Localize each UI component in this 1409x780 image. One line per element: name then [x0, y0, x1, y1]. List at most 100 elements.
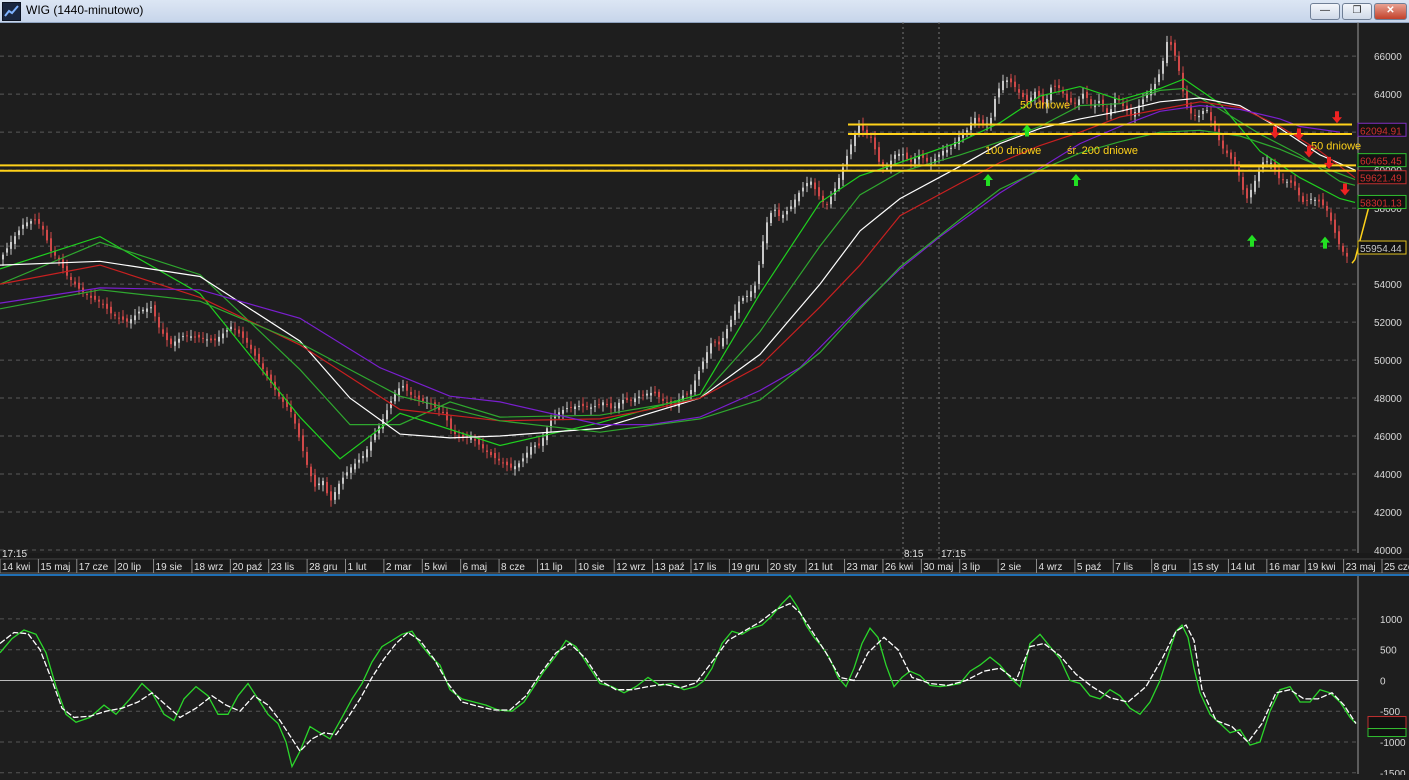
candle-body: [70, 276, 72, 281]
osc-y-tick-label: 500: [1380, 646, 1397, 657]
candle-body: [1154, 83, 1156, 90]
minimize-button[interactable]: —: [1310, 3, 1340, 20]
candle-body: [1082, 93, 1084, 99]
candle-body: [942, 150, 944, 156]
candle-body: [1010, 78, 1012, 83]
y-tick-label: 48000: [1374, 394, 1402, 405]
candle-body: [898, 153, 900, 157]
candle-body: [370, 441, 372, 451]
buy-arrow-icon: [1320, 236, 1330, 249]
candle-body: [214, 338, 216, 341]
x-tick-label: 17 lis: [693, 562, 716, 573]
sell-arrow-icon: [1340, 183, 1350, 196]
candle-body: [978, 117, 980, 122]
close-button[interactable]: ✕: [1374, 3, 1407, 20]
candle-body: [198, 334, 200, 338]
candle-body: [202, 337, 204, 339]
candle-body: [814, 182, 816, 190]
candle-body: [750, 291, 752, 298]
candle-body: [1178, 56, 1180, 71]
candle-body: [1014, 81, 1016, 88]
candle-body: [870, 136, 872, 138]
candle-body: [746, 295, 748, 297]
candle-body: [770, 212, 772, 224]
candle-body: [802, 187, 804, 192]
candle-body: [158, 317, 160, 328]
candle-body: [1162, 60, 1164, 74]
candle-body: [1226, 150, 1228, 154]
x-tick-label: 8 cze: [501, 562, 525, 573]
restore-button[interactable]: ❐: [1342, 3, 1372, 20]
candle-body: [734, 310, 736, 320]
y-tick-label: 50000: [1374, 356, 1402, 367]
candle-body: [258, 353, 260, 363]
candle-body: [518, 463, 520, 468]
candle-body: [118, 317, 120, 319]
chart-area[interactable]: 6600064000620006000058000560005400052000…: [0, 22, 1409, 780]
candle-body: [310, 466, 312, 477]
candle-body: [758, 265, 760, 284]
buy-arrow-icon: [983, 173, 993, 186]
candle-body: [154, 305, 156, 317]
candle-body: [706, 352, 708, 363]
x-tick-label: 11 lip: [539, 562, 563, 573]
window-titlebar: WIG (1440-minutowo) — ❐ ✕: [0, 0, 1409, 23]
candle-body: [1246, 188, 1248, 199]
candle-body: [626, 397, 628, 400]
candle-body: [1054, 85, 1056, 87]
candle-body: [450, 418, 452, 430]
candle-body: [614, 406, 616, 408]
candle-body: [206, 339, 208, 341]
x-tick-label: 16 mar: [1269, 562, 1301, 573]
candle-body: [1214, 120, 1216, 131]
candle-body: [1230, 152, 1232, 159]
x-tick-label: 14 kwi: [2, 562, 30, 573]
candle-body: [86, 293, 88, 296]
candle-body: [418, 395, 420, 400]
candle-body: [146, 308, 148, 312]
candle-body: [902, 154, 904, 156]
candle-body: [690, 389, 692, 395]
candle-body: [1342, 245, 1344, 252]
candle-body: [694, 380, 696, 392]
candle-body: [1298, 187, 1300, 196]
candle-body: [582, 403, 584, 407]
moving-average-line: [0, 87, 1356, 426]
candle-body: [194, 336, 196, 338]
candle-body: [762, 241, 764, 264]
x-tick-label: 14 lut: [1230, 562, 1255, 573]
candle-body: [810, 181, 812, 185]
candle-body: [1006, 80, 1008, 82]
candle-body: [474, 438, 476, 441]
candle-body: [94, 295, 96, 300]
candle-body: [38, 219, 40, 224]
candle-body: [538, 443, 540, 446]
candle-body: [510, 463, 512, 468]
candle-body: [478, 438, 480, 445]
candle-body: [1150, 88, 1152, 96]
candle-body: [30, 221, 32, 224]
candle-body: [406, 384, 408, 391]
candle-body: [190, 336, 192, 338]
price-tag-label: 60465.45: [1360, 157, 1402, 168]
candle-body: [646, 393, 648, 396]
candle-body: [318, 483, 320, 486]
candle-body: [10, 242, 12, 249]
candle-body: [1322, 199, 1324, 206]
candle-body: [818, 187, 820, 197]
candle-body: [842, 167, 844, 180]
y-tick-label: 52000: [1374, 318, 1402, 329]
candle-body: [530, 446, 532, 455]
candle-body: [250, 344, 252, 350]
candle-body: [1074, 102, 1076, 104]
candle-body: [1282, 179, 1284, 181]
candle-body: [730, 319, 732, 327]
x-tick-label: 6 maj: [463, 562, 487, 573]
candle-body: [926, 157, 928, 162]
buy-arrow-icon: [1071, 173, 1081, 186]
candle-body: [386, 410, 388, 420]
candle-body: [458, 435, 460, 437]
candle-body: [502, 462, 504, 464]
osc-y-tick-label: 1000: [1380, 615, 1403, 626]
candle-body: [566, 408, 568, 410]
